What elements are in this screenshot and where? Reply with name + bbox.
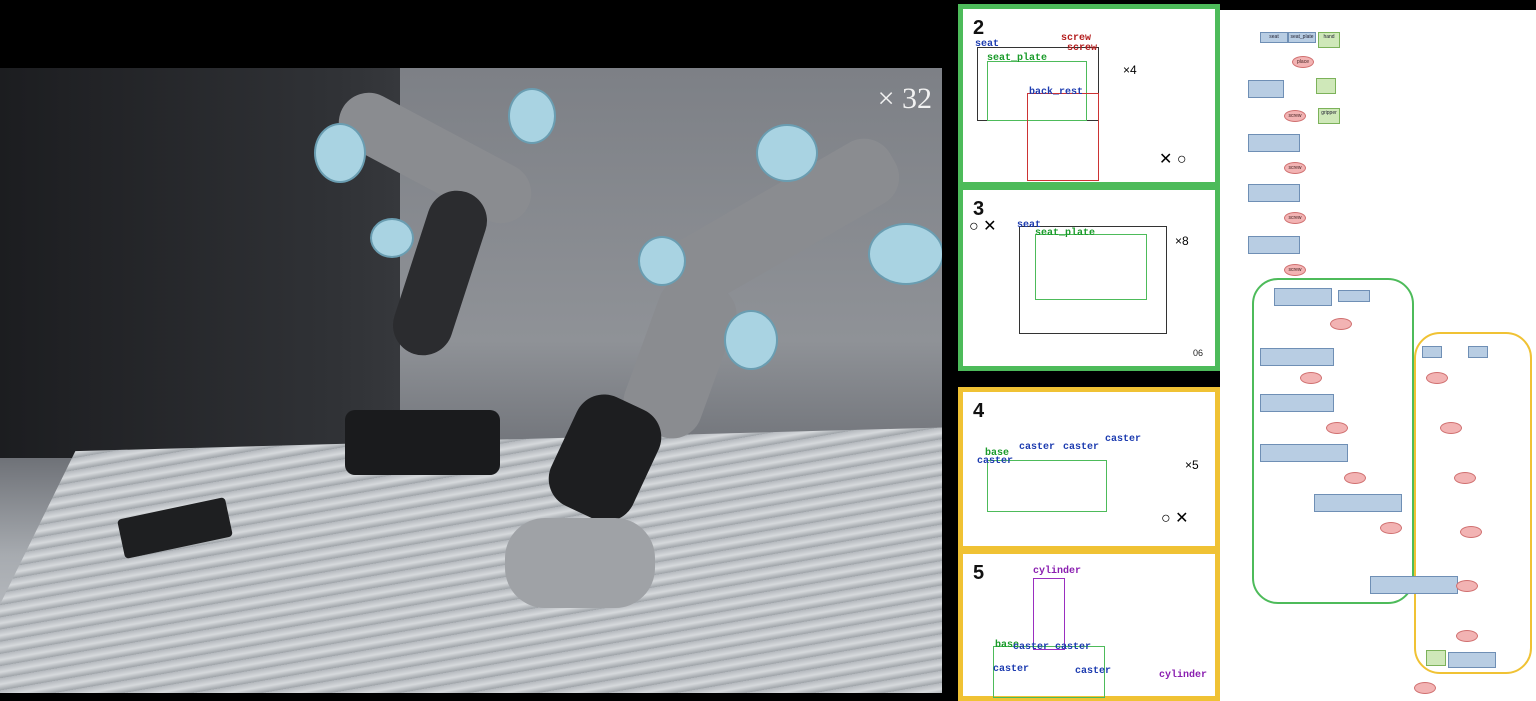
object-node bbox=[1468, 346, 1488, 358]
object-node bbox=[1422, 346, 1442, 358]
detection-box bbox=[1035, 234, 1147, 300]
screw-count-callout: ×8 bbox=[1175, 234, 1189, 248]
chair-base bbox=[505, 518, 655, 608]
tool-node bbox=[1316, 78, 1336, 94]
operation-node bbox=[1426, 372, 1448, 384]
detection-box bbox=[1033, 578, 1065, 650]
part-label: cylinder bbox=[1033, 566, 1082, 577]
part-label: caster bbox=[993, 664, 1030, 675]
object-node bbox=[1248, 134, 1300, 152]
robot-video-frame: × 32 bbox=[0, 68, 942, 693]
ok-ng-icons: ○ ✕ bbox=[1161, 510, 1189, 527]
operation-node: screw bbox=[1284, 212, 1306, 224]
operation-node: place bbox=[1292, 56, 1314, 68]
part-label: caster bbox=[1013, 642, 1050, 653]
operation-node bbox=[1440, 422, 1462, 434]
operation-node bbox=[1326, 422, 1348, 434]
caster-count-callout: ×5 bbox=[1185, 458, 1199, 472]
operation-node: screw bbox=[1284, 110, 1306, 122]
operation-node bbox=[1380, 522, 1402, 534]
manual-step-4: 4 base caster caster caster caster ×5 ○ … bbox=[958, 387, 1220, 551]
right-arm-joint bbox=[638, 236, 686, 286]
operation-node bbox=[1456, 580, 1478, 592]
part-label: screw bbox=[1067, 43, 1098, 54]
part-label: seat_plate bbox=[987, 53, 1048, 64]
step-number: 2 bbox=[973, 17, 985, 39]
object-node bbox=[1260, 444, 1348, 462]
left-arm-joint bbox=[508, 88, 556, 144]
object-node bbox=[1248, 184, 1300, 202]
tool-node: gripper bbox=[1318, 108, 1340, 124]
assembly-graph: seat seat_plate hand place gripper screw… bbox=[1220, 10, 1536, 701]
object-node: seat bbox=[1260, 32, 1288, 43]
right-arm-joint bbox=[868, 223, 942, 285]
right-arm-joint bbox=[756, 124, 818, 182]
part-label: caster bbox=[1105, 434, 1142, 445]
object-node bbox=[1314, 494, 1402, 512]
part-label: caster bbox=[977, 456, 1014, 467]
speed-multiplier: × 32 bbox=[877, 82, 932, 115]
object-node bbox=[1448, 652, 1496, 668]
part-label: caster bbox=[1019, 442, 1056, 453]
object-node bbox=[1260, 394, 1334, 412]
object-node bbox=[1338, 290, 1370, 302]
manual-step-2: 2 seat seat_plate screw screw back_rest … bbox=[958, 4, 1220, 187]
operation-node bbox=[1344, 472, 1366, 484]
operation-node: screw bbox=[1284, 264, 1306, 276]
seat-fixture bbox=[345, 410, 500, 475]
object-node bbox=[1248, 236, 1300, 254]
tool-node bbox=[1426, 650, 1446, 666]
left-arm-joint bbox=[370, 218, 414, 258]
operation-node: screw bbox=[1284, 162, 1306, 174]
ok-ng-icons: ✕ ○ bbox=[1159, 151, 1187, 168]
right-arm-joint bbox=[724, 310, 778, 370]
step-number: 5 bbox=[973, 562, 985, 584]
part-label: back_rest bbox=[1029, 87, 1084, 98]
operation-node bbox=[1330, 318, 1352, 330]
left-arm-joint bbox=[314, 123, 366, 183]
operation-node bbox=[1454, 472, 1476, 484]
manual-step-3: 3 seat seat_plate ×8 ○ ✕ 06 bbox=[958, 185, 1220, 371]
operation-node bbox=[1460, 526, 1482, 538]
part-label: caster bbox=[1055, 642, 1092, 653]
object-node: seat_plate bbox=[1288, 32, 1316, 43]
part-label: caster bbox=[1063, 442, 1100, 453]
part-label: seat_plate bbox=[1035, 228, 1096, 239]
manual-step-5: 5 cylinder base caster caster caster cas… bbox=[958, 549, 1220, 701]
object-node bbox=[1370, 576, 1458, 594]
detection-box bbox=[987, 460, 1107, 512]
part-label: seat bbox=[975, 39, 1000, 50]
operation-node bbox=[1456, 630, 1478, 642]
operation-node bbox=[1414, 682, 1436, 694]
detection-box bbox=[1027, 93, 1099, 181]
tool-node: hand bbox=[1318, 32, 1340, 48]
screw-count-callout: ×4 bbox=[1123, 63, 1137, 77]
part-label: cylinder bbox=[1159, 670, 1208, 681]
object-node bbox=[1248, 80, 1284, 98]
object-node bbox=[1274, 288, 1332, 306]
ok-ng-icons: ○ ✕ bbox=[969, 218, 997, 235]
page-number: 06 bbox=[1192, 348, 1203, 358]
operation-node bbox=[1300, 372, 1322, 384]
step-number: 4 bbox=[973, 400, 985, 422]
object-node bbox=[1260, 348, 1334, 366]
part-label: caster bbox=[1075, 666, 1112, 677]
